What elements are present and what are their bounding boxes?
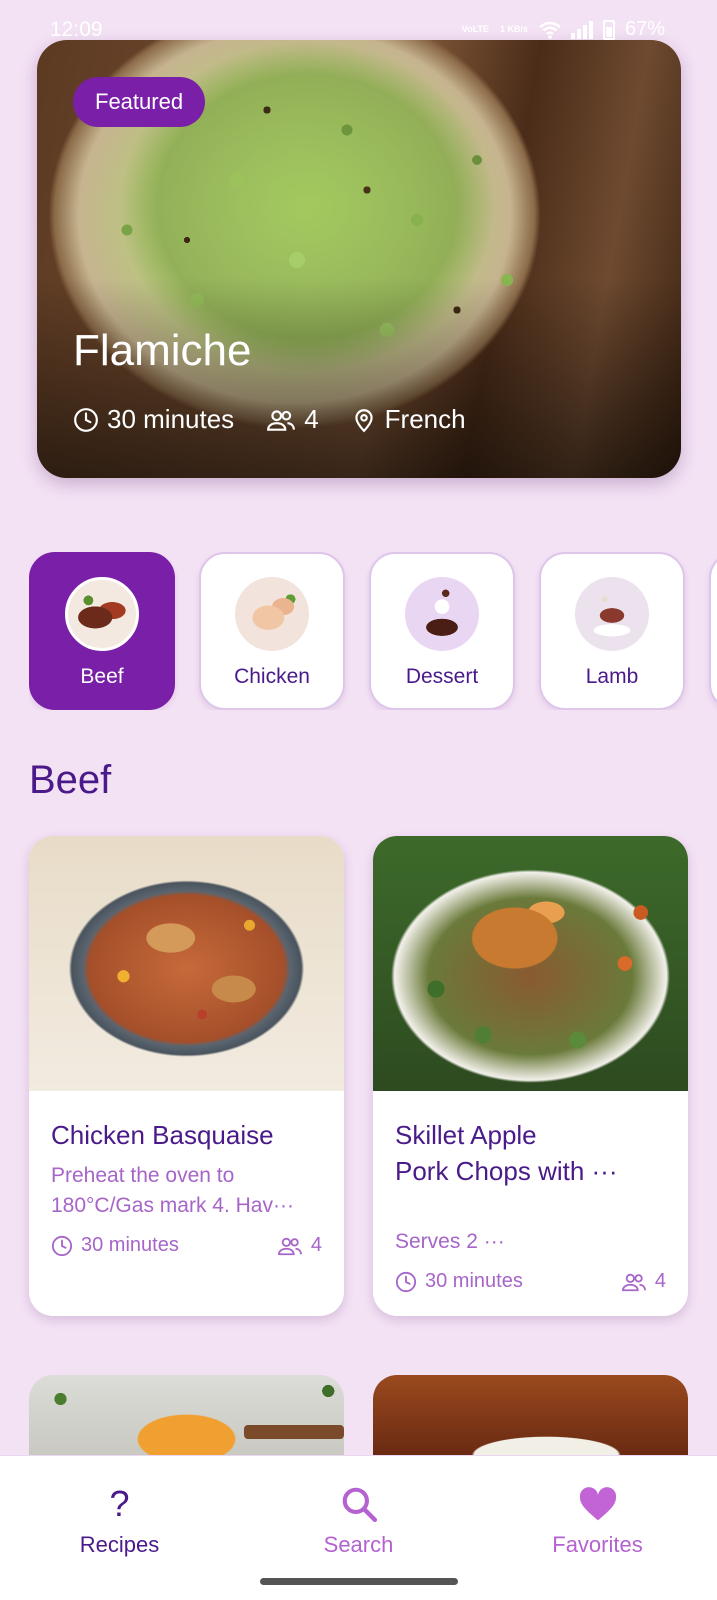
chicken-image xyxy=(235,577,309,651)
lamb-image xyxy=(575,577,649,651)
section-title: Beef xyxy=(29,758,112,802)
category-label: Lamb xyxy=(585,665,639,688)
recipe-card-chicken-basquaise[interactable]: Chicken Basquaise Preheat the oven to 18… xyxy=(29,836,344,1316)
category-chicken[interactable]: Chicken xyxy=(199,552,345,710)
signal-icon xyxy=(570,20,593,39)
people-icon xyxy=(267,409,296,431)
clock-icon xyxy=(74,407,98,432)
featured-servings: 4 xyxy=(266,404,319,435)
nav-recipes[interactable]: ? Recipes xyxy=(0,1456,239,1600)
clock-icon xyxy=(395,1271,417,1292)
status-time: 12:09 xyxy=(50,18,103,41)
recipe-time-label: 30 minutes xyxy=(425,1270,523,1292)
featured-badge: Featured xyxy=(73,77,206,127)
featured-time: 30 minutes xyxy=(73,404,234,435)
featured-meta: 30 minutes 4 French xyxy=(73,404,498,435)
recipe-servings: 4 xyxy=(277,1234,322,1257)
featured-title: Flamiche xyxy=(73,326,252,375)
battery-icon xyxy=(602,19,615,40)
battery-percent: 67% xyxy=(624,18,665,40)
category-beef[interactable]: Beef xyxy=(29,552,175,710)
people-icon xyxy=(277,1237,302,1255)
nav-favorites[interactable]: Favorites xyxy=(478,1456,717,1600)
category-label: Dessert xyxy=(405,665,479,688)
featured-cuisine: French xyxy=(351,404,466,435)
category-label: Beef xyxy=(80,665,124,688)
location-pin-icon xyxy=(354,408,373,432)
home-indicator[interactable] xyxy=(260,1578,458,1585)
recipe-meta: 30 minutes 4 xyxy=(395,1270,666,1293)
category-more[interactable] xyxy=(709,552,717,710)
heart-icon xyxy=(578,1484,618,1524)
clock-icon xyxy=(51,1235,73,1256)
featured-cuisine-label: French xyxy=(384,404,466,434)
recipe-servings-label: 4 xyxy=(654,1270,666,1292)
status-icons: VoLTE 1 KB/s 67% xyxy=(462,18,665,41)
category-list[interactable]: Beef Chicken Dessert Lamb xyxy=(29,552,717,710)
nav-label: Recipes xyxy=(79,1532,160,1557)
recipe-servings: 4 xyxy=(621,1270,666,1293)
people-icon xyxy=(621,1273,646,1291)
recipe-title: Skillet Apple Pork Chops with ··· xyxy=(395,1117,666,1189)
recipe-card-skillet-apple-pork[interactable]: Skillet Apple Pork Chops with ··· Serves… xyxy=(373,836,688,1316)
recipe-title-line: Pork Chops with ··· xyxy=(395,1156,618,1186)
featured-time-label: 30 minutes xyxy=(107,404,235,434)
featured-card[interactable]: Featured Flamiche 30 minutes 4 French xyxy=(37,40,681,478)
recipe-image xyxy=(373,836,688,1091)
recipe-image xyxy=(29,836,344,1091)
recipe-time-label: 30 minutes xyxy=(81,1234,179,1256)
recipe-title-line: Skillet Apple xyxy=(395,1120,537,1150)
status-bar: 12:09 VoLTE 1 KB/s 67% xyxy=(0,0,717,58)
category-lamb[interactable]: Lamb xyxy=(539,552,685,710)
network-speed: 1 KB/s xyxy=(499,24,528,34)
recipe-description: Serves 2 ··· xyxy=(395,1230,505,1253)
recipe-servings-label: 4 xyxy=(310,1234,322,1256)
category-dessert[interactable]: Dessert xyxy=(369,552,515,710)
recipe-card-partial-left[interactable] xyxy=(29,1375,344,1455)
wifi-icon xyxy=(539,21,561,39)
knife-icon xyxy=(244,1425,344,1439)
search-icon xyxy=(340,1484,378,1524)
recipe-description: Preheat the oven to 180°C/Gas mark 4. Ha… xyxy=(51,1161,322,1221)
featured-servings-label: 4 xyxy=(304,404,319,434)
beef-image xyxy=(65,577,139,651)
recipe-card-partial-right[interactable] xyxy=(373,1375,688,1455)
recipes-icon: ? xyxy=(109,1483,130,1524)
recipe-time: 30 minutes xyxy=(395,1270,523,1293)
recipe-description-line: 180°C/Gas mark 4. Hav··· xyxy=(51,1194,294,1217)
hero-shade xyxy=(37,278,681,478)
category-label: Chicken xyxy=(234,665,310,688)
recipe-title: Chicken Basquaise xyxy=(51,1120,274,1150)
recipe-time: 30 minutes xyxy=(51,1234,179,1257)
nav-label: Favorites xyxy=(552,1532,643,1557)
volte-indicator: VoLTE xyxy=(461,24,489,34)
recipe-meta: 30 minutes 4 xyxy=(51,1234,322,1257)
nav-label: Search xyxy=(323,1532,394,1557)
dessert-image xyxy=(405,577,479,651)
recipe-description-line: Preheat the oven to xyxy=(51,1164,235,1187)
